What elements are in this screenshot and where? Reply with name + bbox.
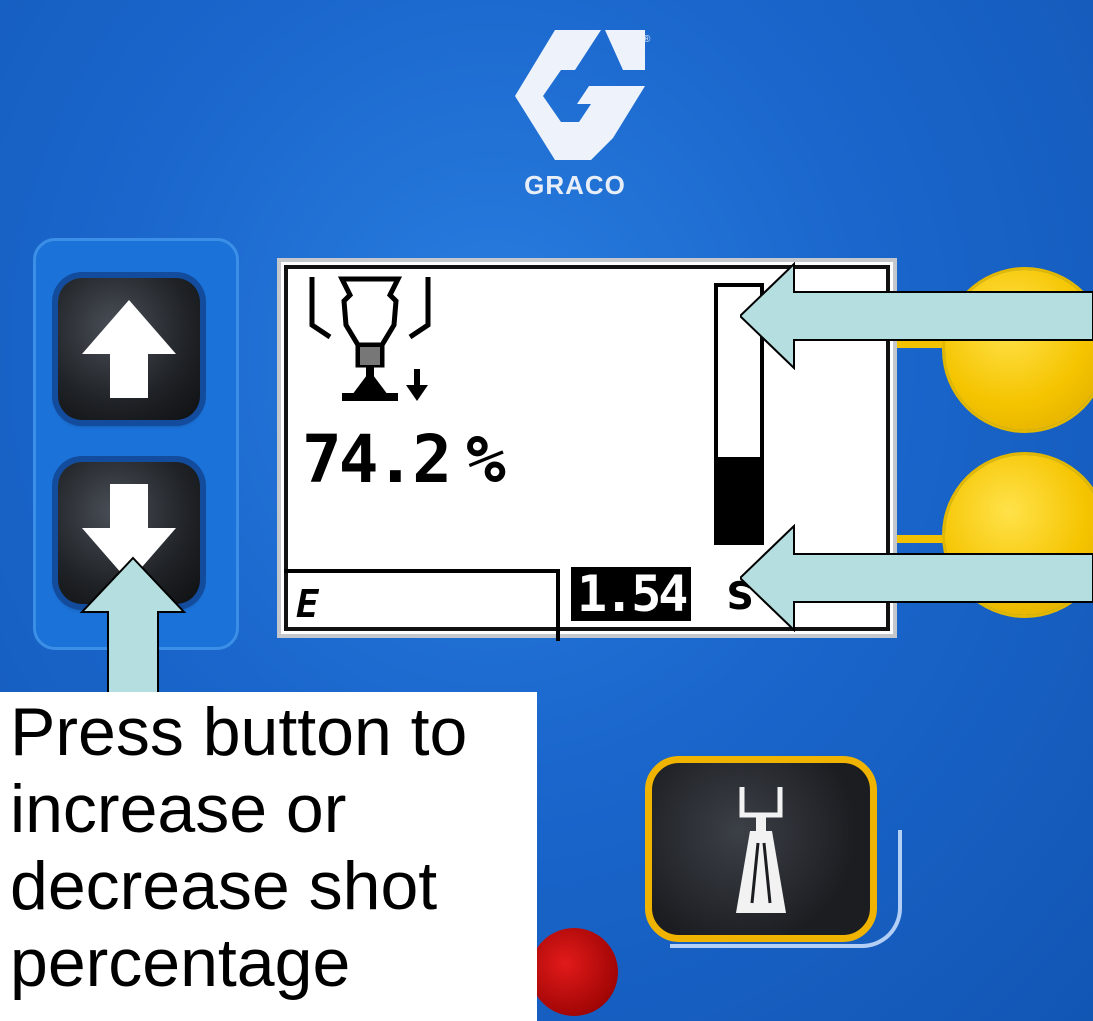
shot-time-value: 1.54	[571, 567, 692, 621]
shot-percentage-value: 74.2	[302, 421, 452, 498]
spray-button[interactable]	[645, 756, 877, 942]
callout-arrow-gauge	[740, 262, 1093, 370]
arrow-up-icon	[82, 300, 176, 398]
brand-name: GRACO	[524, 170, 626, 200]
lcd-status-box	[284, 569, 560, 641]
graco-logo-mark	[515, 30, 645, 160]
registered-mark: ®	[643, 34, 651, 45]
increase-button[interactable]	[58, 278, 200, 420]
spray-gun-icon	[736, 787, 786, 913]
callout-arrow-button	[79, 556, 187, 697]
callout-arrow-time	[740, 524, 1093, 632]
callout-caption-box: Press button to increase or decrease sho…	[0, 692, 537, 1021]
shot-percentage-unit: %	[466, 421, 506, 498]
status-led	[530, 928, 618, 1016]
dispenser-control-panel: ® GRACO 74.2 % E 1.54 s Press button to …	[0, 0, 1093, 1021]
graco-logo: ® GRACO	[495, 30, 665, 210]
error-status-icon: E	[296, 582, 319, 626]
callout-caption: Press button to increase or decrease sho…	[10, 694, 468, 1001]
spray-gun-down-icon	[309, 276, 431, 401]
